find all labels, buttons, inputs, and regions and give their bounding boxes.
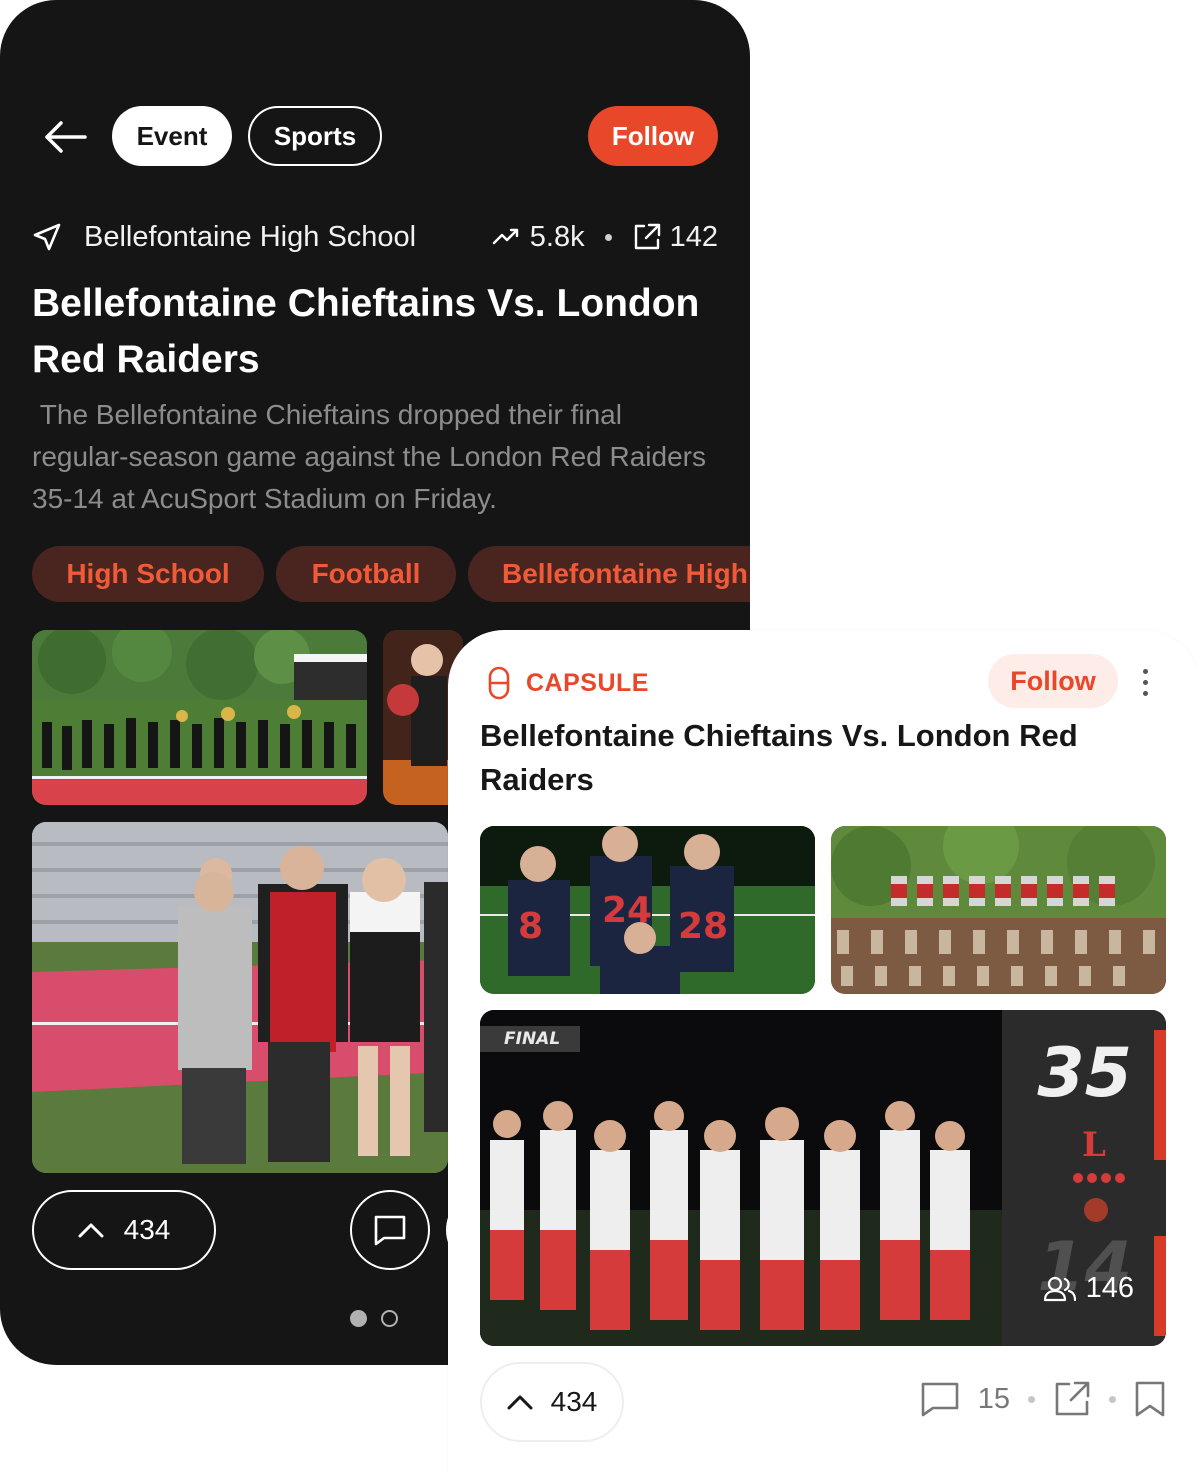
capsule-actions: 15 [920,1380,1166,1418]
carousel-pager [350,1310,398,1327]
capsule-title: Bellefontaine Chieftains Vs. London Red … [480,718,1078,797]
bellefontaine-team-strip [1154,1236,1166,1336]
players-photo[interactable]: 8 24 28 [480,826,815,994]
capsule-icon [488,666,510,700]
event-stats: 5.8k 142 [492,221,718,254]
chip-bellefontaine-high[interactable]: Bellefontaine High [468,546,750,602]
tag-sports[interactable]: Sports [248,106,382,166]
upvote-button[interactable]: 434 [32,1190,216,1270]
capsule-type-text: CAPSULE [526,668,649,697]
viewers-count: 146 [1085,1272,1134,1304]
capsule-card: CAPSULE Follow Bellefontaine Chieftains … [448,630,1198,1470]
marching-band-photo[interactable] [32,630,367,805]
separator-dot [604,233,612,241]
viewers-icon [1043,1276,1076,1301]
share-icon[interactable] [1053,1380,1091,1418]
bookmark-icon[interactable] [1134,1380,1166,1418]
tag-event[interactable]: Event [112,106,232,166]
location-arrow-icon [33,223,61,251]
pager-dot[interactable] [381,1310,398,1327]
senior-high-sign-photo[interactable] [831,826,1166,994]
pager-dot-active[interactable] [350,1310,367,1327]
kebab-icon[interactable] [1134,660,1156,704]
capsule-upvote-count: 434 [550,1386,598,1417]
comment-button[interactable] [350,1190,430,1270]
final-badge: FINAL [480,1026,580,1052]
london-team-strip [1154,1030,1166,1160]
event-title: Bellefontaine Chieftains Vs. London Red … [32,282,700,381]
viewers-count-row: 146 [1043,1272,1134,1305]
chip-high-school[interactable]: High School [32,546,264,602]
team-logos-icon: L [1073,1125,1125,1222]
chevron-up-icon [507,1395,533,1410]
svg-text:8: 8 [518,906,543,947]
svg-text:L: L [1082,1125,1106,1165]
share-icon[interactable] [632,222,662,252]
comment-icon[interactable] [920,1381,960,1417]
capsule-upvote-button[interactable]: 434 [480,1362,624,1442]
final-score-photo[interactable]: FINAL 35 L 14 146 [480,1010,1166,1346]
comment-icon [374,1215,406,1246]
capsule-type-label: CAPSULE [488,666,649,700]
trending-icon [492,228,518,245]
svg-text:28: 28 [678,906,728,947]
separator-dot [1028,1395,1035,1403]
separator-dot [1109,1395,1116,1403]
event-meta-row: Bellefontaine High School 5.8k 142 [32,214,718,260]
capsule-follow-button[interactable]: Follow [988,654,1118,708]
family-photo[interactable] [32,822,448,1173]
follow-button[interactable]: Follow [588,106,718,166]
share-count: 142 [669,220,718,253]
svg-text:24: 24 [602,890,652,931]
event-description: The Bellefontaine Chieftains dropped the… [32,399,714,514]
chevron-up-icon [78,1223,104,1238]
location-name[interactable]: Bellefontaine High School [84,221,416,254]
chip-football[interactable]: Football [276,546,456,602]
london-score: 35 [1037,1034,1132,1113]
back-arrow-icon[interactable] [38,112,92,162]
trend-count: 5.8k [529,220,585,253]
comment-count: 15 [977,1382,1010,1415]
upvote-count: 434 [123,1214,171,1245]
